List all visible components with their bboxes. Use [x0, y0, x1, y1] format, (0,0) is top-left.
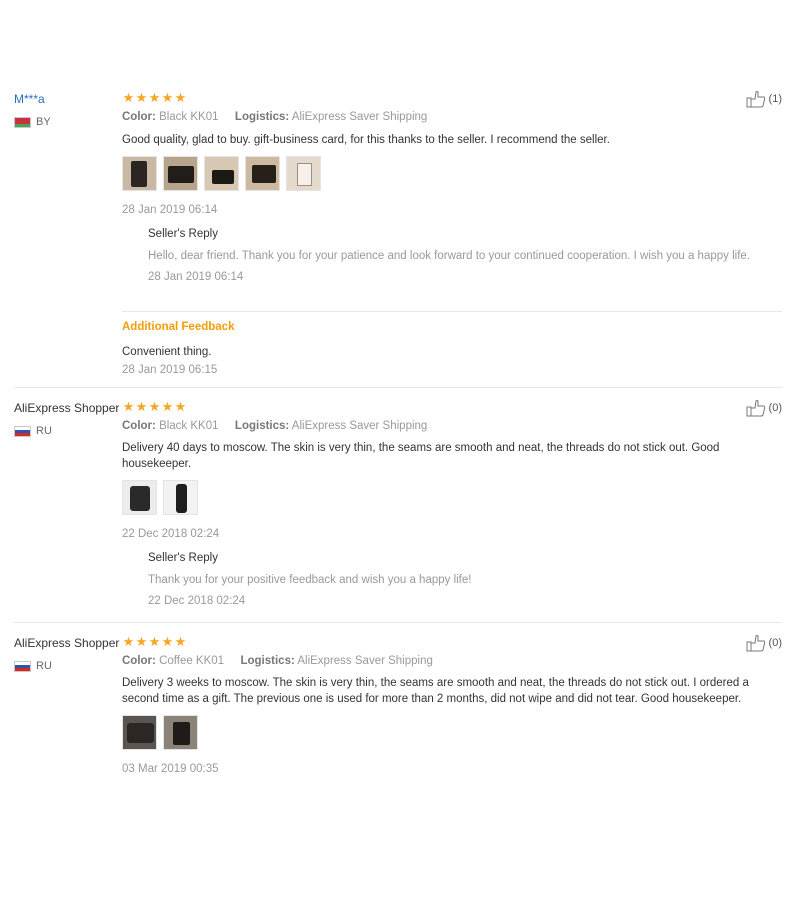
review-text: Delivery 3 weeks to moscow. The skin is … — [122, 677, 749, 705]
star-rating: ★ ★ ★ ★ ★ — [122, 400, 187, 414]
star-rating: ★ ★ ★ ★ ★ — [122, 635, 187, 649]
helpful-count: (0) — [768, 402, 782, 414]
star-icon: ★ — [174, 399, 187, 414]
star-icon: ★ — [161, 634, 174, 649]
helpful-button[interactable]: (0) — [746, 634, 782, 652]
star-icon: ★ — [148, 90, 161, 105]
divider — [122, 311, 782, 312]
seller-reply-text: Thank you for your positive feedback and… — [148, 574, 472, 586]
review-photo[interactable] — [286, 156, 321, 191]
color-value: Black KK01 — [159, 420, 219, 432]
logistics-value: AliExpress Saver Shipping — [291, 111, 428, 123]
buyer-name[interactable]: M***a — [14, 92, 45, 106]
review-photo[interactable] — [122, 480, 157, 515]
star-icon: ★ — [161, 90, 174, 105]
star-icon: ★ — [174, 634, 187, 649]
additional-feedback-text: Convenient thing. — [122, 346, 212, 358]
logistics-label: Logistics: — [240, 655, 295, 667]
divider — [14, 387, 782, 388]
order-attributes: Color: Black KK01 Logistics: AliExpress … — [122, 111, 427, 123]
divider — [14, 622, 782, 623]
star-rating: ★ ★ ★ ★ ★ — [122, 91, 187, 105]
seller-reply-title: Seller's Reply — [148, 228, 218, 240]
star-icon: ★ — [122, 399, 135, 414]
review-photo[interactable] — [204, 156, 239, 191]
logistics-value: AliExpress Saver Shipping — [297, 655, 433, 667]
star-icon: ★ — [174, 90, 187, 105]
seller-reply: Seller's Reply Thank you for your positi… — [148, 552, 778, 607]
seller-reply-date: 28 Jan 2019 06:14 — [148, 271, 244, 283]
star-icon: ★ — [135, 634, 148, 649]
buyer-country: BY — [14, 116, 51, 128]
review-photo[interactable] — [245, 156, 280, 191]
star-icon: ★ — [161, 399, 174, 414]
star-icon: ★ — [135, 90, 148, 105]
order-attributes: Color: Coffee KK01 Logistics: AliExpress… — [122, 655, 433, 667]
buyer-country: RU — [14, 425, 52, 437]
country-code: RU — [36, 425, 52, 437]
review-photo[interactable] — [163, 156, 198, 191]
review-date: 03 Mar 2019 00:35 — [122, 763, 219, 775]
helpful-button[interactable]: (0) — [746, 399, 782, 417]
seller-reply-title: Seller's Reply — [148, 552, 218, 564]
review-text: Good quality, glad to buy. gift-business… — [122, 134, 610, 146]
logistics-label: Logistics: — [234, 420, 290, 432]
thumbs-up-icon — [746, 91, 765, 108]
color-label: Color: — [122, 111, 156, 123]
seller-reply-date: 22 Dec 2018 02:24 — [148, 595, 246, 607]
review-photos — [122, 156, 327, 191]
additional-feedback-date: 28 Jan 2019 06:15 — [122, 364, 218, 376]
thumbs-up-icon — [746, 635, 765, 652]
seller-reply-text: Hello, dear friend. Thank you for your p… — [148, 250, 750, 262]
buyer-name: AliExpress Shopper — [14, 636, 120, 650]
color-value: Black KK01 — [159, 111, 219, 123]
review-photo[interactable] — [163, 480, 198, 515]
helpful-count: (1) — [768, 93, 782, 105]
helpful-button[interactable]: (1) — [746, 90, 782, 108]
color-label: Color: — [122, 420, 156, 432]
color-value: Coffee KK01 — [159, 655, 225, 667]
russia-flag-icon — [14, 425, 31, 437]
star-icon: ★ — [148, 634, 161, 649]
seller-reply: Seller's Reply Hello, dear friend. Thank… — [148, 228, 778, 283]
logistics-label: Logistics: — [234, 111, 290, 123]
review-text: Delivery 40 days to moscow. The skin is … — [122, 442, 720, 470]
logistics-value: AliExpress Saver Shipping — [291, 420, 428, 432]
russia-flag-icon — [14, 660, 31, 672]
star-icon: ★ — [122, 90, 135, 105]
review-photos — [122, 715, 204, 750]
review-date: 28 Jan 2019 06:14 — [122, 204, 218, 216]
color-label: Color: — [122, 655, 156, 667]
star-icon: ★ — [135, 399, 148, 414]
helpful-count: (0) — [768, 637, 782, 649]
review-photo[interactable] — [163, 715, 198, 750]
order-attributes: Color: Black KK01 Logistics: AliExpress … — [122, 420, 427, 432]
additional-feedback-title: Additional Feedback — [122, 321, 235, 333]
thumbs-up-icon — [746, 400, 765, 417]
country-code: RU — [36, 660, 52, 672]
review-date: 22 Dec 2018 02:24 — [122, 528, 220, 540]
review-photo[interactable] — [122, 156, 157, 191]
belarus-flag-icon — [14, 116, 31, 128]
star-icon: ★ — [122, 634, 135, 649]
buyer-name: AliExpress Shopper — [14, 401, 120, 415]
review-photo[interactable] — [122, 715, 157, 750]
buyer-country: RU — [14, 660, 52, 672]
star-icon: ★ — [148, 399, 161, 414]
review-photos — [122, 480, 204, 515]
country-code: BY — [36, 116, 51, 128]
